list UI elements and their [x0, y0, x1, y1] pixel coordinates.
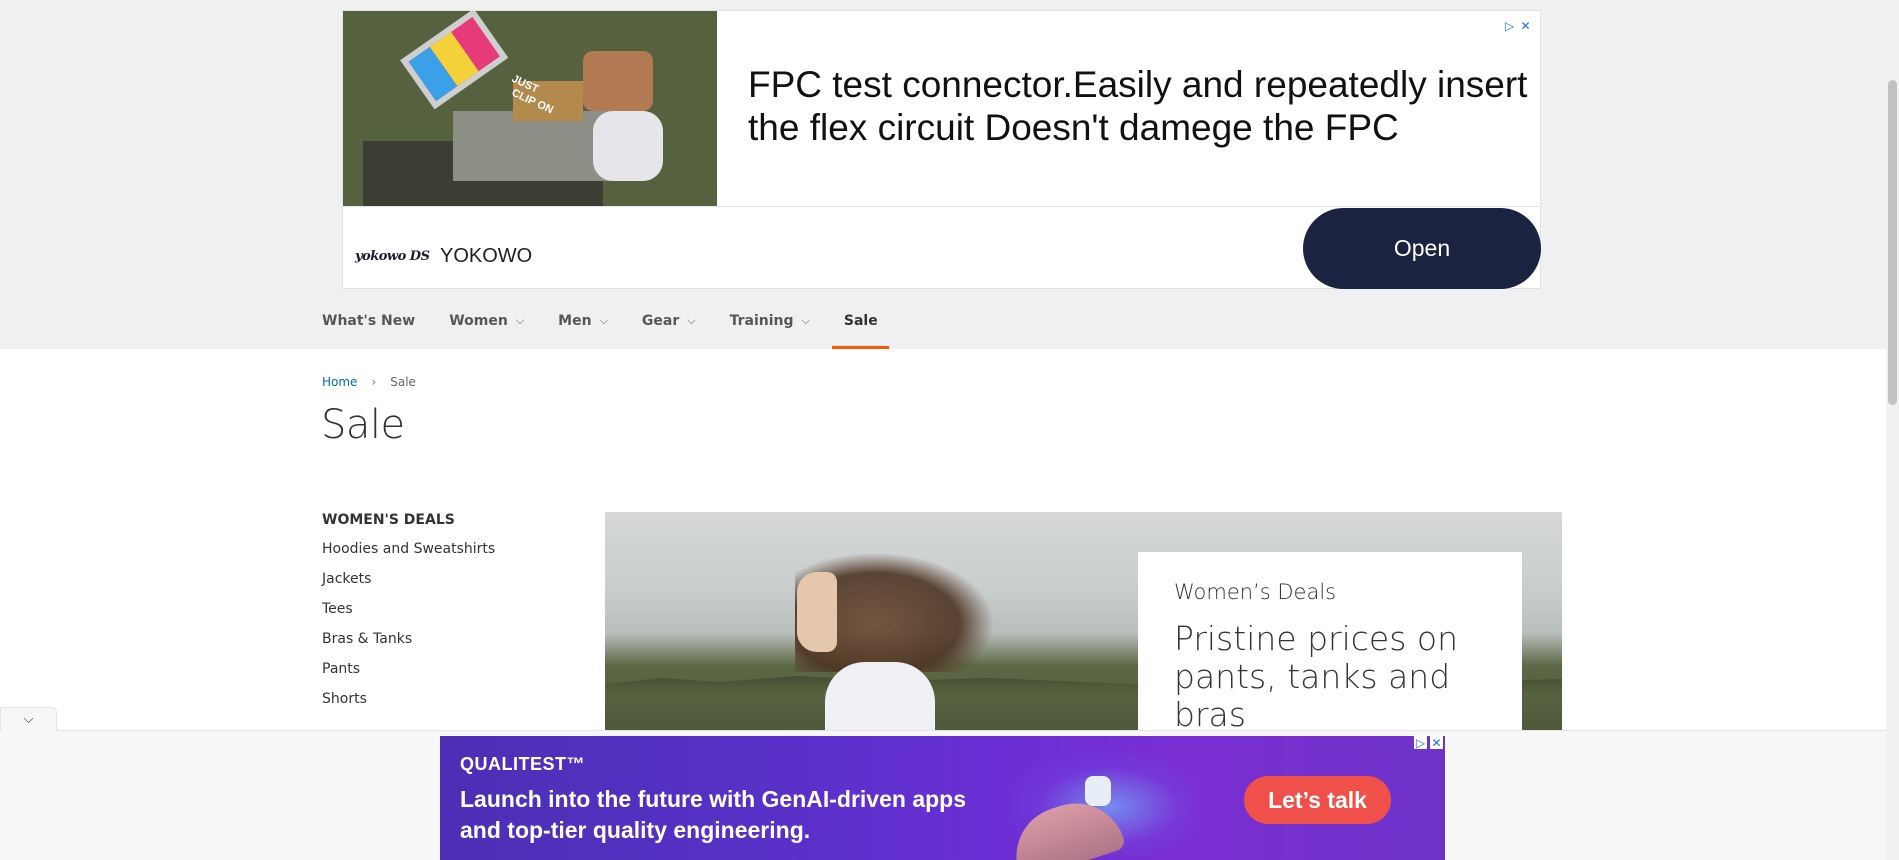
bottom-ad-copy: Launch into the future with GenAI-driven… — [460, 786, 967, 843]
page-title: Sale — [321, 402, 405, 448]
ad-headline[interactable]: FPC test connector.Easily and repeatedly… — [748, 63, 1528, 149]
bottom-ad-brand: QUALITEST™ — [460, 754, 585, 774]
chevron-down-icon: ⌵ — [515, 314, 525, 327]
nav-label: Training — [729, 313, 794, 329]
hero-card[interactable]: Women’s Deals Pristine prices on pants, … — [1138, 552, 1522, 732]
ad-product-image[interactable]: JUST CLIP ON — [343, 11, 717, 206]
ad-divider — [343, 206, 1540, 207]
ad-open-button[interactable]: Open — [1303, 208, 1541, 289]
ad-product-illustration: JUST CLIP ON — [343, 11, 717, 206]
nav-item-whats-new[interactable]: What's New — [322, 313, 415, 349]
play-triangle-icon[interactable]: ▷ — [1414, 736, 1427, 749]
robot-icon — [1085, 776, 1111, 806]
chevron-right-icon: › — [371, 375, 377, 389]
chevron-down-icon: ⌵ — [687, 314, 696, 327]
nav-item-training[interactable]: Training ⌵ — [730, 313, 810, 349]
chevron-down-icon: ⌵ — [801, 314, 810, 327]
ad-brand-name[interactable]: YOKOWO — [440, 245, 532, 268]
breadcrumb-home-link[interactable]: Home — [322, 375, 357, 389]
sidebar-item-jackets[interactable]: Jackets — [322, 572, 572, 602]
collapse-ad-toggle[interactable]: ⌵ — [0, 707, 57, 731]
close-icon[interactable]: ✕ — [1430, 736, 1443, 749]
close-icon[interactable]: ✕ — [1519, 19, 1532, 32]
nav-item-men[interactable]: Men ⌵ — [558, 313, 608, 349]
sidebar-item-tees[interactable]: Tees — [322, 602, 572, 632]
sidebar-item-pants[interactable]: Pants — [322, 662, 572, 692]
chevron-down-icon: ⌵ — [599, 314, 608, 327]
lets-talk-button[interactable]: Let’s talk — [1244, 776, 1391, 824]
hero-runner-face — [797, 572, 837, 652]
nav-label: Gear — [641, 313, 680, 329]
hero-runner-body — [825, 662, 935, 732]
top-ad-banner[interactable]: JUST CLIP ON FPC test connector.Easily a… — [342, 10, 1541, 289]
chevron-down-icon: ⌵ — [23, 712, 34, 727]
breadcrumb-current: Sale — [390, 375, 416, 389]
sidebar-item-hoodies[interactable]: Hoodies and Sweatshirts — [322, 542, 572, 572]
sidebar-heading: WOMEN'S DEALS — [322, 512, 455, 528]
scrollbar-thumb[interactable] — [1888, 80, 1897, 405]
nav-label: Sale — [843, 313, 878, 329]
play-triangle-icon[interactable]: ▷ — [1503, 19, 1516, 32]
hero-card-headline: Pristine prices on pants, tanks and bras — [1174, 619, 1458, 733]
page: JUST CLIP ON FPC test connector.Easily a… — [0, 0, 1899, 860]
breadcrumb: Home › Sale — [322, 375, 416, 389]
sidebar-item-shorts[interactable]: Shorts — [322, 692, 572, 722]
bottom-ad-choices[interactable]: ▷ ✕ — [1414, 736, 1443, 749]
hero-banner[interactable]: Women’s Deals Pristine prices on pants, … — [605, 512, 1562, 732]
nav-label: Men — [558, 313, 592, 329]
nav-label: Women — [449, 313, 508, 329]
hero-card-label: Women’s Deals — [1174, 580, 1337, 604]
sidebar-item-bras-tanks[interactable]: Bras & Tanks — [322, 632, 572, 662]
sidebar-list: Hoodies and Sweatshirts Jackets Tees Bra… — [322, 542, 572, 722]
deals-sidebar: WOMEN'S DEALS Hoodies and Sweatshirts Ja… — [322, 512, 572, 722]
page-scrollbar[interactable] — [1886, 0, 1899, 860]
nav-label: What's New — [322, 313, 416, 329]
nav-item-sale[interactable]: Sale — [831, 313, 889, 349]
nav-item-gear[interactable]: Gear ⌵ — [642, 313, 696, 349]
bottom-ad-banner[interactable]: QUALITEST™ Launch into the future with G… — [440, 736, 1445, 860]
ad-choices[interactable]: ▷ ✕ — [1503, 19, 1532, 32]
main-navigation: What's New Women ⌵ Men ⌵ Gear ⌵ Training… — [322, 313, 912, 349]
ad-brand-logo: yokowo DS — [355, 249, 430, 264]
nav-item-women[interactable]: Women ⌵ — [449, 313, 524, 349]
